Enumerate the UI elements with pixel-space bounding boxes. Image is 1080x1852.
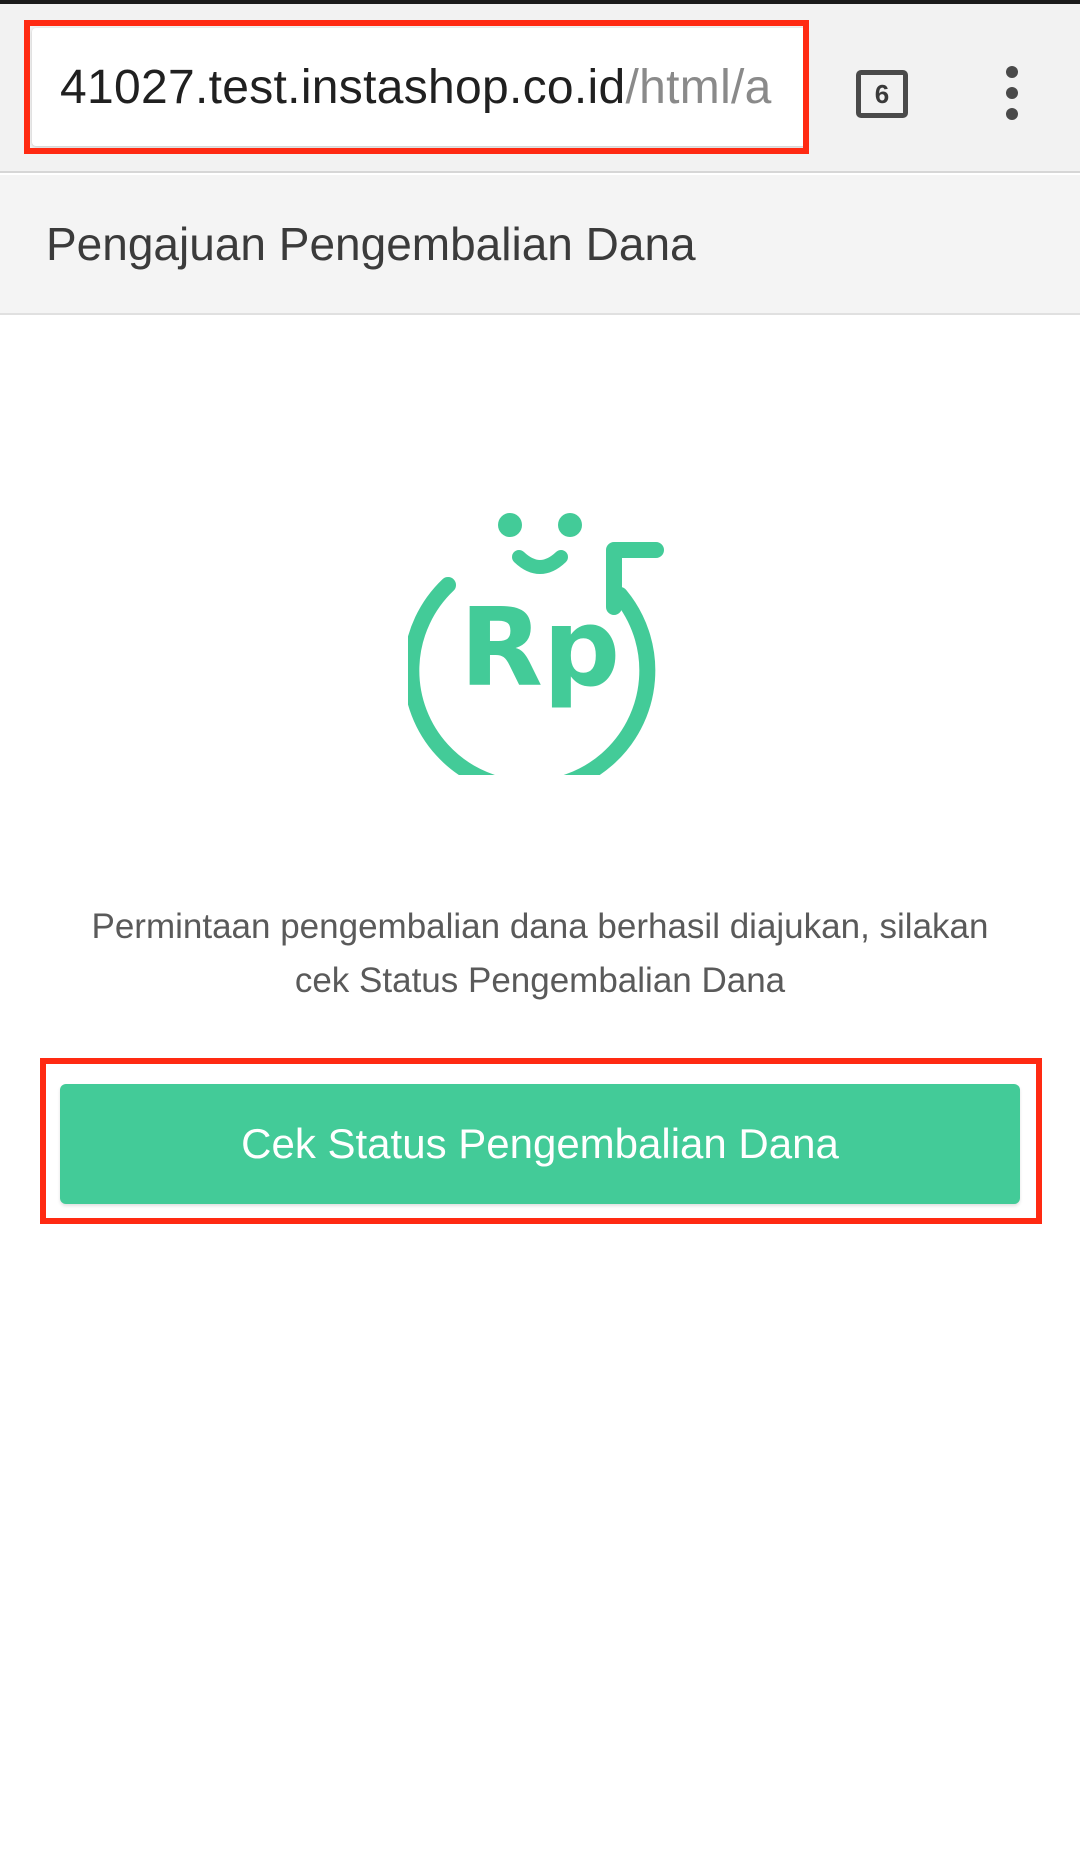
browser-toolbar: 41027.test.instashop.co.id/html/a 6	[0, 0, 1080, 173]
url-host: 41027.test.instashop.co.id	[60, 60, 626, 114]
refund-icon-text: Rp	[460, 586, 620, 711]
success-message: Permintaan pengembalian dana berhasil di…	[91, 907, 989, 1000]
url-path: /html/a	[625, 60, 772, 114]
tab-switcher-button[interactable]: 6	[856, 70, 908, 118]
refund-rupiah-icon: Rp	[408, 513, 664, 775]
more-vert-icon[interactable]	[1000, 66, 1024, 120]
url-bar[interactable]: 41027.test.instashop.co.id/html/a	[32, 28, 807, 146]
check-refund-status-button[interactable]: Cek Status Pengembalian Dana	[60, 1084, 1020, 1204]
page-title: Pengajuan Pengembalian Dana	[46, 218, 696, 270]
page-header: Pengajuan Pengembalian Dana	[0, 175, 1080, 315]
page: 41027.test.instashop.co.id/html/a 6 Peng…	[0, 0, 1080, 1852]
